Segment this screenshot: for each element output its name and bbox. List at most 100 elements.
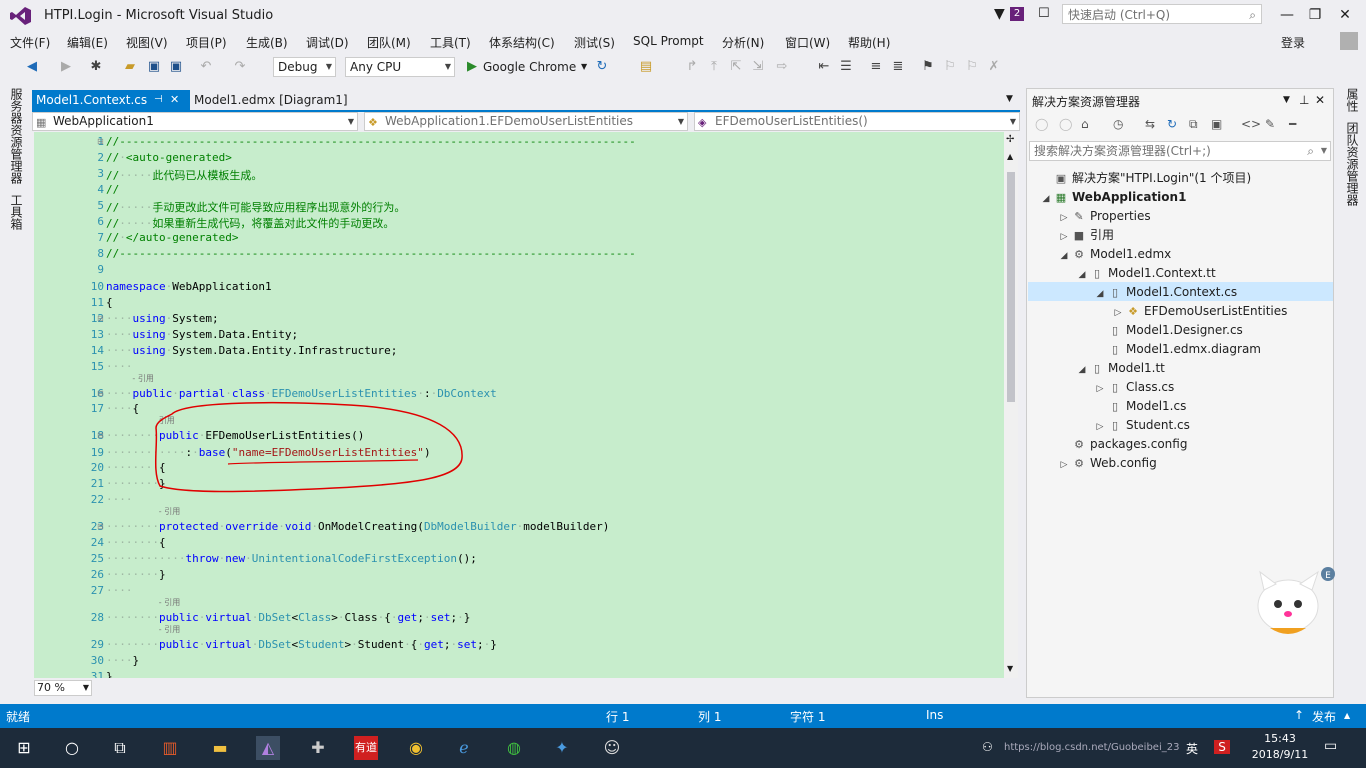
tree-item[interactable]: ▷ ❖ EFDemoUserListEntities <box>1111 302 1288 321</box>
notification-count-badge[interactable]: 2 <box>1010 7 1024 21</box>
menu-help[interactable]: 帮助(H) <box>848 34 890 51</box>
step-out-icon[interactable]: ⇱ <box>728 59 744 75</box>
step-over-icon[interactable]: ⤒ <box>706 59 722 75</box>
preview-icon[interactable]: ━ <box>1289 117 1296 131</box>
task-view-icon[interactable]: ⧉ <box>108 736 132 760</box>
project-dropdown[interactable]: ▦ WebApplication1 ▼ <box>32 112 358 131</box>
publish-chevron-icon[interactable]: ▲ <box>1344 711 1350 720</box>
indent-icon[interactable]: ≣ <box>890 59 906 75</box>
navigate-back-icon[interactable]: ◀ <box>24 59 40 75</box>
uncomment-icon[interactable]: ☰ <box>838 59 854 75</box>
clock[interactable]: 15:43 2018/9/11 <box>1250 731 1310 763</box>
view-code-icon[interactable]: <> <box>1241 117 1261 131</box>
bookmark-icon[interactable]: ⚑ <box>920 59 936 75</box>
menu-view[interactable]: 视图(V) <box>126 34 168 51</box>
menu-team[interactable]: 团队(M) <box>367 34 411 51</box>
tree-item[interactable]: ▯ Model1.Designer.cs <box>1093 321 1243 340</box>
next-bookmark-icon[interactable]: ⚐ <box>964 59 980 75</box>
split-icon[interactable]: ✢ <box>1006 134 1014 145</box>
tree-item[interactable]: ◢ ▯ Model1.tt <box>1075 359 1165 378</box>
team-explorer-tab[interactable]: 团队资源管理器 <box>1344 122 1361 206</box>
tab-overflow-chevron-icon[interactable]: ▼ <box>1006 94 1013 104</box>
menu-debug[interactable]: 调试(D) <box>306 34 349 51</box>
notifications-flag-icon[interactable]: ▼ <box>994 6 1005 22</box>
tree-item[interactable]: ▷ ▯ Class.cs <box>1093 378 1175 397</box>
sogou-ime-icon[interactable]: S <box>1214 740 1230 754</box>
scroll-thumb[interactable] <box>1007 172 1015 402</box>
panel-menu-chevron-icon[interactable]: ▼ <box>1283 95 1290 105</box>
navigate-forward-icon[interactable]: ▶ <box>58 59 74 75</box>
menu-build[interactable]: 生成(B) <box>246 34 288 51</box>
tree-collapse-icon[interactable]: ◢ <box>1075 266 1089 285</box>
avatar-app-icon[interactable]: ☺ <box>600 736 624 760</box>
tree-item[interactable]: ▯ Model1.edmx.diagram <box>1093 340 1261 359</box>
paint-icon[interactable]: ✦ <box>550 736 574 760</box>
tree-collapse-icon[interactable]: ◢ <box>1075 361 1089 380</box>
solution-explorer-search-input[interactable]: 搜索解决方案资源管理器(Ctrl+;) ⌕ ▼ <box>1029 141 1331 161</box>
scroll-down-icon[interactable]: ▼ <box>1007 664 1013 673</box>
clear-bookmarks-icon[interactable]: ✗ <box>986 59 1002 75</box>
menu-analyze[interactable]: 分析(N) <box>722 34 764 51</box>
tree-collapse-icon[interactable]: ◢ <box>1093 285 1107 304</box>
tab-model1-context-cs[interactable]: Model1.Context.cs ⊣ ✕ <box>32 90 190 110</box>
member-dropdown[interactable]: ◈ EFDemoUserListEntities() ▼ <box>694 112 1020 131</box>
close-icon[interactable]: ✕ <box>1315 93 1325 107</box>
next-icon[interactable]: ⇨ <box>774 59 790 75</box>
tree-expand-icon[interactable]: ▷ <box>1057 456 1071 475</box>
history-icon[interactable]: ◷ <box>1113 117 1123 131</box>
properties-wrench-icon[interactable]: ✎ <box>1265 117 1275 131</box>
tree-item[interactable]: ▷ ⚙ Web.config <box>1057 454 1157 473</box>
tree-item[interactable]: ⚙ packages.config <box>1057 435 1187 454</box>
refresh-icon[interactable]: ↻ <box>1167 117 1177 131</box>
windows-start-icon[interactable]: ⊞ <box>12 736 36 760</box>
back-icon[interactable]: ◯ <box>1035 117 1048 131</box>
restore-button[interactable]: ❐ <box>1298 4 1332 26</box>
menu-sql-prompt[interactable]: SQL Prompt <box>633 34 704 48</box>
tree-item[interactable]: ◢ ▦ WebApplication1 <box>1039 188 1187 209</box>
browser-link-icon[interactable]: ▤ <box>638 59 654 75</box>
tree-collapse-icon[interactable]: ◢ <box>1039 190 1053 209</box>
feedback-icon[interactable]: ☐ <box>1038 6 1050 21</box>
menu-tools[interactable]: 工具(T) <box>430 34 471 51</box>
menu-architecture[interactable]: 体系结构(C) <box>489 34 555 51</box>
save-icon[interactable]: ▣ <box>146 59 162 75</box>
menu-project[interactable]: 项目(P) <box>186 34 227 51</box>
quick-launch-input[interactable]: 快速启动 (Ctrl+Q) ⌕ <box>1062 4 1262 24</box>
save-all-icon[interactable]: ▣ <box>168 59 184 75</box>
youdao-dictionary-icon[interactable]: 有道 <box>354 736 378 760</box>
tree-item[interactable]: ▣ 解决方案"HTPI.Login"(1 个项目) <box>1039 169 1251 188</box>
outdent-icon[interactable]: ≡ <box>868 59 884 75</box>
file-explorer-icon[interactable]: ▬ <box>208 736 232 760</box>
close-button[interactable]: ✕ <box>1328 4 1362 26</box>
redo-icon[interactable]: ↷ <box>232 59 248 75</box>
winrar-icon[interactable]: ▥ <box>158 736 182 760</box>
tree-item[interactable]: ◢ ▯ Model1.Context.tt <box>1075 264 1216 283</box>
prev-bookmark-icon[interactable]: ⚐ <box>942 59 958 75</box>
visual-studio-taskbar-icon[interactable]: ◭ <box>256 736 280 760</box>
chrome-icon[interactable]: ◉ <box>404 736 428 760</box>
zoom-level-dropdown[interactable]: 70 % ▼ <box>34 680 92 696</box>
server-explorer-tab[interactable]: 服务器资源管理器 <box>8 88 25 184</box>
people-icon[interactable]: ⚇ <box>982 740 993 754</box>
home-icon[interactable]: ⌂ <box>1081 117 1089 131</box>
toolbox-tab[interactable]: 工具箱 <box>8 194 25 230</box>
ime-language[interactable]: 英 <box>1186 740 1198 757</box>
toggle-bookmark-icon[interactable]: ⇲ <box>750 59 766 75</box>
cortana-icon[interactable]: ○ <box>60 736 84 760</box>
tab-model1-edmx-diagram[interactable]: Model1.edmx [Diagram1] <box>190 90 352 110</box>
comment-icon[interactable]: ⇤ <box>816 59 832 75</box>
tree-item[interactable]: ▯ Model1.cs <box>1093 397 1186 416</box>
step-into-icon[interactable]: ↱ <box>684 59 700 75</box>
new-project-icon[interactable]: ✱ <box>88 59 104 75</box>
open-file-icon[interactable]: ▰ <box>122 59 138 75</box>
refresh-icon[interactable]: ↻ <box>594 59 610 75</box>
menu-edit[interactable]: 编辑(E) <box>67 34 108 51</box>
tree-collapse-icon[interactable]: ◢ <box>1057 247 1071 266</box>
scroll-up-icon[interactable]: ▲ <box>1007 152 1013 161</box>
tree-item[interactable]: ◢ ⚙ Model1.edmx <box>1057 245 1172 266</box>
menu-file[interactable]: 文件(F) <box>10 34 50 51</box>
pin-icon[interactable]: ⊥ <box>1299 93 1309 107</box>
vertical-scrollbar[interactable]: ✢ ▲ ▼ <box>1004 132 1018 678</box>
start-debugging-icon[interactable]: ▶ <box>464 59 480 75</box>
run-target-chevron-icon[interactable]: ▼ <box>581 62 587 71</box>
